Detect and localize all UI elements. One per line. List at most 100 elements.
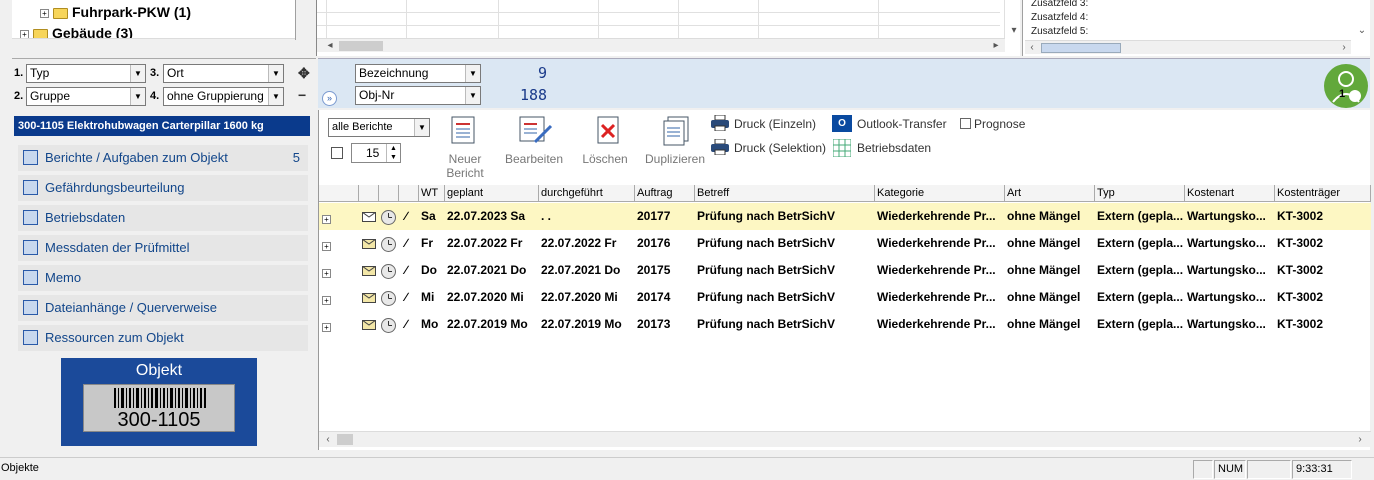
column-header-clock[interactable]: [379, 185, 399, 202]
scroll-thumb[interactable]: [1041, 43, 1121, 53]
nav-item-memo[interactable]: Memo: [18, 265, 308, 291]
column-header-art[interactable]: Art: [1005, 185, 1095, 202]
column-header-order[interactable]: Auftrag: [635, 185, 695, 202]
column-header-type[interactable]: Typ: [1095, 185, 1185, 202]
tree-horizontal-scrollbar[interactable]: ‹ ›: [12, 38, 295, 40]
expand-row-icon[interactable]: +: [322, 320, 331, 334]
nav-item-risk-assessment[interactable]: Gefährdungsbeurteilung: [18, 175, 308, 201]
duplicate-button[interactable]: Duplizieren: [642, 152, 708, 166]
chevron-down-icon[interactable]: ▼: [268, 65, 283, 82]
scroll-right-icon[interactable]: ▸: [989, 39, 1003, 53]
new-report-icon[interactable]: [449, 116, 479, 144]
report-icon: [23, 330, 38, 345]
column-header-attach[interactable]: [399, 185, 419, 202]
column-header-subject[interactable]: Betreff: [695, 185, 875, 202]
scroll-right-icon[interactable]: ›: [1353, 433, 1367, 447]
expand-row-icon[interactable]: +: [322, 239, 331, 253]
print-single-button[interactable]: Druck (Einzeln): [734, 117, 816, 131]
edit-icon[interactable]: [519, 116, 553, 144]
table-row[interactable]: + ∕ Mo 22.07.2019 Mo 22.07.2019 Mo 20173 Prüfu…: [319, 311, 1371, 338]
column-header-expand[interactable]: [319, 185, 359, 202]
outlook-icon[interactable]: O: [832, 115, 852, 132]
nav-item-attachments[interactable]: Dateianhänge / Querverweise: [18, 295, 308, 321]
chevron-down-icon[interactable]: ▼: [268, 88, 283, 105]
scroll-right-icon[interactable]: ›: [1337, 41, 1351, 55]
scroll-left-icon[interactable]: ‹: [321, 433, 335, 447]
column-header-mail[interactable]: [359, 185, 379, 202]
barcode-box: 300-1105: [83, 384, 235, 432]
forecast-checkbox[interactable]: [960, 118, 971, 129]
limit-checkbox[interactable]: [331, 147, 343, 159]
column-header-cost-center[interactable]: Kostenträger: [1275, 185, 1371, 202]
duplicate-icon[interactable]: [662, 116, 692, 146]
table-row[interactable]: + ∕ Sa 22.07.2023 Sa . . 20177 Prüfung nach Be…: [319, 203, 1371, 230]
chevron-down-icon[interactable]: ▼: [465, 65, 480, 82]
table-horizontal-scrollbar[interactable]: ‹ ›: [319, 431, 1371, 447]
cell-planned: 22.07.2022 Fr: [447, 236, 523, 250]
scroll-left-icon[interactable]: ‹: [14, 38, 28, 40]
cell-subject: Prüfung nach BetrSichV: [697, 290, 836, 304]
cell-done: 22.07.2019 Mo: [541, 317, 622, 331]
delete-icon[interactable]: [595, 116, 625, 144]
cell-done: 22.07.2021 Do: [541, 263, 621, 277]
chevron-down-icon[interactable]: ▼: [465, 87, 480, 104]
scroll-down-icon[interactable]: ▾: [1007, 24, 1021, 38]
status-text: Objekte: [1, 462, 39, 474]
nav-item-operating-data[interactable]: Betriebsdaten: [18, 205, 308, 231]
scroll-thumb[interactable]: [339, 41, 383, 51]
expand-row-icon[interactable]: +: [322, 212, 331, 226]
collapse-icon[interactable]: »: [322, 91, 337, 106]
table-row[interactable]: + ∕ Mi 22.07.2020 Mi 22.07.2020 Mi 20174 Prüfu…: [319, 284, 1371, 311]
filter-select-3[interactable]: Ort ▼: [163, 64, 284, 83]
status-cell: [1247, 460, 1291, 479]
filter-select-4[interactable]: ohne Gruppierung ▼: [163, 87, 284, 106]
search-field-select-1[interactable]: Bezeichnung ▼: [355, 64, 481, 83]
object-tree[interactable]: +Fuhrpark-PKW (1) +Gebäude (3) ‹ › ⌄: [12, 0, 296, 40]
cell-art: ohne Mängel: [1007, 236, 1081, 250]
chevron-down-icon[interactable]: ▼: [130, 88, 145, 105]
filter-select-1[interactable]: Typ ▼: [26, 64, 146, 83]
nav-item-measurement-data[interactable]: Messdaten der Prüfmittel: [18, 235, 308, 261]
column-header-wt[interactable]: WT: [419, 185, 445, 202]
expand-icon[interactable]: +: [40, 8, 49, 18]
printer-icon[interactable]: [711, 138, 729, 156]
chevron-down-icon[interactable]: ▼: [414, 119, 429, 136]
column-header-category[interactable]: Kategorie: [875, 185, 1005, 202]
scroll-down-icon[interactable]: ⌄: [1355, 24, 1369, 38]
edit-button[interactable]: Bearbeiten: [504, 152, 564, 166]
operating-data-button[interactable]: Betriebsdaten: [857, 141, 931, 155]
user-icon[interactable]: 1: [1324, 64, 1368, 108]
scroll-left-icon[interactable]: ‹: [1025, 41, 1039, 55]
scroll-thumb[interactable]: [337, 434, 353, 445]
cell-cost-center: KT-3002: [1277, 290, 1324, 304]
nav-item-resources[interactable]: Ressourcen zum Objekt: [18, 325, 308, 351]
printer-icon[interactable]: [711, 114, 729, 132]
scroll-left-icon[interactable]: ◂: [323, 39, 337, 53]
grid-horizontal-scrollbar[interactable]: ◂ ▸: [317, 38, 1005, 52]
add-icon[interactable]: ✥: [298, 65, 310, 82]
table-row[interactable]: + ∕ Fr 22.07.2022 Fr 22.07.2022 Fr 20176 Prüfu…: [319, 230, 1371, 257]
report-filter-select[interactable]: alle Berichte ▼: [328, 118, 430, 137]
spreadsheet-icon[interactable]: [832, 138, 852, 158]
chevron-down-icon[interactable]: ▼: [130, 65, 145, 82]
outlook-transfer-button[interactable]: Outlook-Transfer: [857, 117, 947, 131]
table-row[interactable]: + ∕ Do 22.07.2021 Do 22.07.2021 Do 20175 Prüfu…: [319, 257, 1371, 284]
fields-horizontal-scrollbar[interactable]: ‹ ›: [1025, 40, 1351, 54]
filter-select-2[interactable]: Gruppe ▼: [26, 87, 146, 106]
search-field-select-2[interactable]: Obj-Nr ▼: [355, 86, 481, 105]
limit-stepper[interactable]: 15 ▲ ▼: [351, 143, 401, 163]
nav-item-reports[interactable]: Berichte / Aufgaben zum Objekt 5: [18, 145, 308, 171]
remove-icon[interactable]: −: [298, 87, 306, 103]
column-header-done[interactable]: durchgeführt: [539, 185, 635, 202]
expand-row-icon[interactable]: +: [322, 266, 331, 280]
column-header-cost-type[interactable]: Kostenart: [1185, 185, 1275, 202]
expand-row-icon[interactable]: +: [322, 293, 331, 307]
new-report-button[interactable]: Neuer Bericht: [439, 152, 491, 180]
tree-item-fuhrpark[interactable]: + Fuhrpark-PKW (1): [40, 4, 191, 20]
print-selection-button[interactable]: Druck (Selektion): [734, 141, 826, 155]
scroll-right-icon[interactable]: ›: [278, 38, 292, 40]
delete-button[interactable]: Löschen: [579, 152, 631, 166]
cell-category: Wiederkehrende Pr...: [877, 263, 996, 277]
column-header-planned[interactable]: geplant: [445, 185, 539, 202]
stepper-arrows-icon[interactable]: ▲ ▼: [386, 144, 400, 162]
